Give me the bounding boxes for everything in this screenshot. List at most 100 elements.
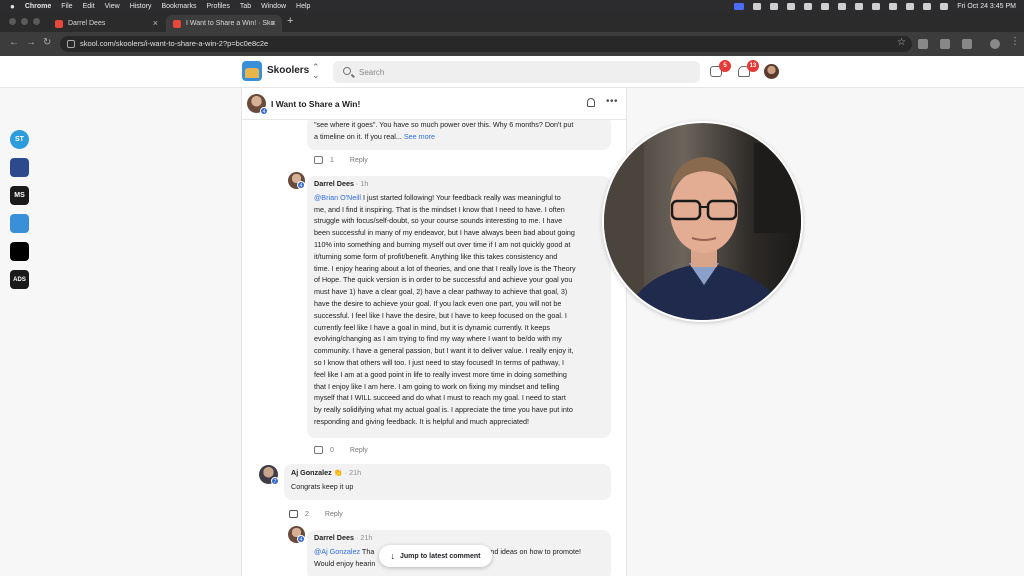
tab-close-icon[interactable]: × [271,18,276,28]
extension-icon-2[interactable] [940,39,950,49]
menu-tab[interactable]: Tab [240,3,251,10]
comment-line: me, and I find it inspiring. That is the… [314,204,565,214]
extension-icon-1[interactable] [918,39,928,49]
comment-bubble: Aj Gonzalez 👏 · 21h Congrats keep it up [284,464,611,500]
comment-author[interactable]: Darrel Dees [314,179,354,188]
menu-profiles[interactable]: Profiles [206,3,229,10]
more-options-icon[interactable]: ••• [606,96,618,107]
reload-icon[interactable]: ↻ [43,37,51,48]
see-more-link[interactable]: See more [404,132,435,141]
comment-author[interactable]: Darrel Dees [314,533,354,542]
community-2[interactable] [10,158,29,177]
menu-help[interactable]: Help [296,3,310,10]
community-logo-icon[interactable] [242,61,262,81]
extra-icon-5[interactable] [821,2,830,10]
control-center-icon[interactable] [940,2,949,10]
author-emoji: 👏 [333,468,343,477]
extension-icon-3[interactable] [962,39,972,49]
menu-app-name[interactable]: Chrome [25,3,51,10]
skool-header: Skoolers ⌃⌄ 5 13 [0,56,1024,88]
menu-view[interactable]: View [105,3,120,10]
site-info-icon[interactable] [67,40,75,48]
comment-text: "see where it goes". You have so much po… [314,120,574,129]
comment-author[interactable]: Aj Gonzalez [291,468,332,477]
comment-line: that I enjoy like I am here. I am going … [314,381,560,391]
comment-line: community. I have a general passion, but… [314,346,574,356]
comment-line: responding and giving feedback. It is he… [314,416,529,426]
mention-link[interactable]: @Brian O'Neill [314,193,361,202]
reply-button[interactable]: Reply [350,157,368,164]
menu-clock[interactable]: Fri Oct 24 3:45 PM [957,3,1016,10]
window-minimize-button[interactable] [21,18,28,25]
like-count: 0 [330,446,334,454]
comment-line: it/turning some form of profit/benefit. … [314,251,558,261]
comment-body: @Brian O'Neill I just started following!… [314,192,604,428]
community-ms[interactable]: MS [10,186,29,205]
chrome-menu-icon[interactable]: ⋮ [1010,36,1020,47]
extra-icon-3[interactable] [787,2,796,10]
reply-button[interactable]: Reply [350,447,368,454]
apple-icon[interactable]: ● [10,2,15,11]
like-icon[interactable] [314,156,323,164]
like-icon[interactable] [289,510,298,518]
menu-bookmarks[interactable]: Bookmarks [161,3,196,10]
extra-icon-2[interactable] [770,2,779,10]
window-zoom-button[interactable] [33,18,40,25]
back-icon[interactable]: ← [9,37,19,48]
search-input[interactable] [359,65,689,79]
presenter-video [604,123,801,320]
profile-icon[interactable] [990,39,1000,49]
like-count: 2 [305,510,309,518]
arrow-down-icon: ↓ [390,551,395,561]
tab-darrel-dees[interactable]: Darrel Dees × [48,15,164,32]
mention-link[interactable]: @Aj Gonzalez [314,547,360,556]
community-rail: ST MS ADS [0,88,40,576]
extra-icon-4[interactable] [804,2,813,10]
menu-history[interactable]: History [130,3,152,10]
extra-icon-1[interactable] [753,2,762,10]
search-icon [343,67,351,75]
community-st[interactable]: ST [10,130,29,149]
like-icon[interactable] [314,446,323,454]
menu-file[interactable]: File [61,3,72,10]
menu-window[interactable]: Window [261,3,286,10]
volume-icon[interactable] [838,2,847,10]
focus-icon[interactable] [889,2,898,10]
community-switcher-icon[interactable]: ⌃ ⌄ [312,63,320,80]
tab-close-icon[interactable]: × [153,18,158,28]
wifi-icon[interactable] [906,2,915,10]
tab-favicon [173,19,181,28]
community-skoolers[interactable] [10,214,29,233]
jump-to-latest-button[interactable]: ↓ Jump to latest comment [379,545,492,567]
commenter-level: 4 [297,535,305,543]
menu-edit[interactable]: Edit [83,3,95,10]
comment-line: time. I enjoy hearing about a lot of the… [314,263,576,273]
spotlight-icon[interactable] [923,2,932,10]
screen-record-icon[interactable] [734,2,745,10]
community-ads[interactable]: ADS [10,270,29,289]
user-avatar[interactable] [764,64,779,79]
comment-text: Congrats keep it up [291,481,354,491]
address-url[interactable]: skool.com/skoolers/i-want-to-share-a-win… [80,39,268,48]
community-5[interactable] [10,242,29,261]
mac-menu-bar: ● Chrome File Edit View History Bookmark… [0,0,1024,12]
tab-share-a-win[interactable]: I Want to Share a Win! · Skoo × [166,15,282,32]
address-bar[interactable]: skool.com/skoolers/i-want-to-share-a-win… [60,36,912,52]
tab-title: Darrel Dees [68,20,106,27]
comment-line: feel like I am at a good point in life t… [314,369,567,379]
community-name[interactable]: Skoolers [267,65,309,76]
bookmark-star-icon[interactable]: ☆ [897,37,906,48]
follow-bell-icon[interactable] [587,98,595,107]
comment-line: have the desire to achieve your goal. If… [314,298,562,308]
new-tab-icon[interactable]: + [287,15,293,27]
comment-time: · 21h [353,533,373,542]
bluetooth-icon[interactable] [872,2,881,10]
display-icon[interactable] [855,2,864,10]
post-header: 4 I Want to Share a Win! ••• [242,88,626,120]
comment-line: struggle with focus/self-doubt, so your … [314,216,563,226]
tab-favicon [55,19,63,28]
reply-button[interactable]: Reply [325,511,343,518]
search-bar[interactable] [333,61,700,83]
forward-icon[interactable]: → [26,37,36,48]
window-close-button[interactable] [9,18,16,25]
